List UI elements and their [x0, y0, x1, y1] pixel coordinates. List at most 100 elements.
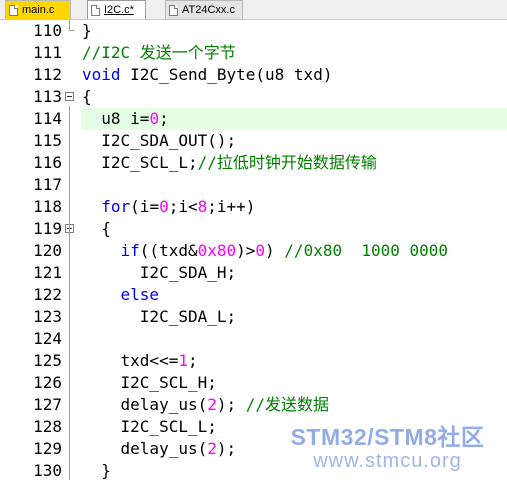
code-token: I2C_SDA_H;	[82, 263, 237, 282]
code-text: if((txd&0x80)>0) //0x80 1000 0000	[82, 240, 449, 262]
number-token: 8	[197, 197, 208, 216]
code-token: (i=	[130, 197, 160, 216]
number-token: 0	[149, 109, 160, 128]
code-line[interactable]: 122 else	[0, 284, 507, 306]
code-text: //I2C 发送一个字节	[82, 42, 236, 64]
code-line[interactable]: 112 void I2C_Send_Byte(u8 txd)	[0, 64, 507, 86]
line-number: 129	[33, 439, 62, 458]
c-file-icon	[91, 5, 100, 16]
code-text: I2C_SCL_L;	[82, 416, 217, 438]
number-token: 0	[159, 197, 169, 216]
code-line[interactable]: 127 delay_us(2); //发送数据	[0, 394, 507, 416]
line-number: 110	[33, 21, 62, 40]
line-number: 120	[33, 241, 62, 260]
code-text: delay_us(2); //发送数据	[82, 394, 330, 416]
code-text: I2C_SDA_L;	[82, 306, 236, 328]
code-token: I2C_SCL_L;	[82, 417, 217, 436]
line-number: 123	[33, 307, 62, 326]
code-token: I2C_Send_Byte(u8 txd)	[120, 65, 333, 84]
keyword-token: void	[82, 65, 121, 84]
code-token: )>	[236, 241, 256, 260]
code-text: {	[82, 86, 92, 108]
comment-token: //拉低时钟开始数据传输	[197, 153, 377, 172]
code-token: I2C_SDA_L;	[82, 307, 237, 326]
code-editor[interactable]: 110} 111//I2C 发送一个字节 112 void I2C_Send_Byte…	[0, 20, 507, 486]
fold-collapse-icon[interactable]	[65, 92, 74, 101]
tab-i2c-c[interactable]: I2C.c*	[87, 0, 146, 19]
code-line[interactable]: 111 //I2C 发送一个字节	[0, 42, 507, 64]
number-token: 0x80	[197, 241, 237, 260]
keyword-token: for	[101, 197, 131, 216]
code-line[interactable]: 115 I2C_SDA_OUT();	[0, 130, 507, 152]
code-line[interactable]: 117	[0, 174, 507, 196]
code-line[interactable]: 121 I2C_SDA_H;	[0, 262, 507, 284]
code-token: {	[82, 219, 111, 238]
code-text: delay_us(2);	[82, 438, 237, 460]
code-line[interactable]: 123 I2C_SDA_L;	[0, 306, 507, 328]
code-text: for(i=0;i<8;i++)	[82, 196, 255, 218]
line-number: 128	[33, 417, 62, 436]
code-line[interactable]: 124	[0, 328, 507, 350]
code-token: ;	[187, 351, 198, 370]
line-number: 117	[33, 175, 62, 194]
line-number: 121	[33, 263, 62, 282]
line-number: 124	[33, 329, 62, 348]
code-token: }	[82, 21, 92, 40]
code-token: {	[82, 87, 92, 106]
code-text: {	[82, 218, 111, 240]
code-token: u8 i=	[82, 109, 150, 128]
code-token: I2C_SCL_H;	[82, 373, 217, 392]
code-line[interactable]: 114 u8 i=0;	[0, 108, 507, 130]
code-text: u8 i=0;	[82, 108, 169, 130]
comment-token: //0x80 1000 0000	[284, 241, 449, 260]
code-token: );	[216, 439, 237, 458]
tab-main-c[interactable]: main.c	[5, 0, 71, 19]
line-number: 125	[33, 351, 62, 370]
comment-token: //发送数据	[245, 395, 330, 414]
code-token: ;	[159, 109, 169, 128]
file-tab-bar: main.c I2C.c* AT24Cxx.c	[0, 0, 507, 20]
tab-at24cxx-c[interactable]: AT24Cxx.c	[165, 0, 243, 19]
watermark: STM32/STM8社区 www.stmcu.org	[268, 424, 507, 472]
code-line[interactable]: 125 txd<<=1;	[0, 350, 507, 372]
line-number: 115	[33, 131, 62, 150]
comment-token: //I2C 发送一个字节	[82, 43, 236, 62]
code-text: void I2C_Send_Byte(u8 txd)	[82, 64, 332, 86]
code-text: I2C_SCL_L;//拉低时钟开始数据传输	[82, 152, 377, 174]
keyword-token: if	[120, 241, 140, 260]
line-number: 127	[33, 395, 62, 414]
line-number: 126	[33, 373, 62, 392]
code-token: );	[216, 395, 246, 414]
code-line[interactable]: 119 {	[0, 218, 507, 240]
tab-label: main.c	[22, 4, 55, 16]
code-text: I2C_SDA_OUT();	[82, 130, 236, 152]
code-line[interactable]: 118 for(i=0;i<8;i++)	[0, 196, 507, 218]
code-line[interactable]: 116 I2C_SCL_L;//拉低时钟开始数据传输	[0, 152, 507, 174]
fold-end-marker	[69, 20, 75, 31]
line-number: 118	[33, 197, 62, 216]
code-line[interactable]: 120 if((txd&0x80)>0) //0x80 1000 0000	[0, 240, 507, 262]
code-line[interactable]: 126 I2C_SCL_H;	[0, 372, 507, 394]
code-token: ;i++)	[207, 197, 256, 216]
code-token: delay_us(	[82, 439, 208, 458]
keyword-token: else	[120, 285, 160, 304]
line-number: 130	[33, 461, 62, 480]
code-line[interactable]: 113 {	[0, 86, 507, 108]
line-number: 119	[33, 219, 62, 238]
code-text: I2C_SCL_H;	[82, 372, 217, 394]
code-token: }	[82, 461, 111, 480]
code-token: ((txd&	[139, 241, 198, 260]
code-token: delay_us(	[82, 395, 208, 414]
tab-label: AT24Cxx.c	[182, 4, 235, 16]
code-line[interactable]: 110}	[0, 20, 507, 42]
code-token: I2C_SDA_OUT();	[82, 131, 237, 150]
code-text: }	[82, 460, 111, 482]
line-number: 114	[33, 109, 62, 128]
line-number: 111	[33, 43, 62, 62]
code-token: txd<<=	[82, 351, 179, 370]
fold-guide-line	[69, 106, 70, 238]
watermark-url: www.stmcu.org	[313, 450, 462, 472]
number-token: 1	[178, 351, 188, 370]
